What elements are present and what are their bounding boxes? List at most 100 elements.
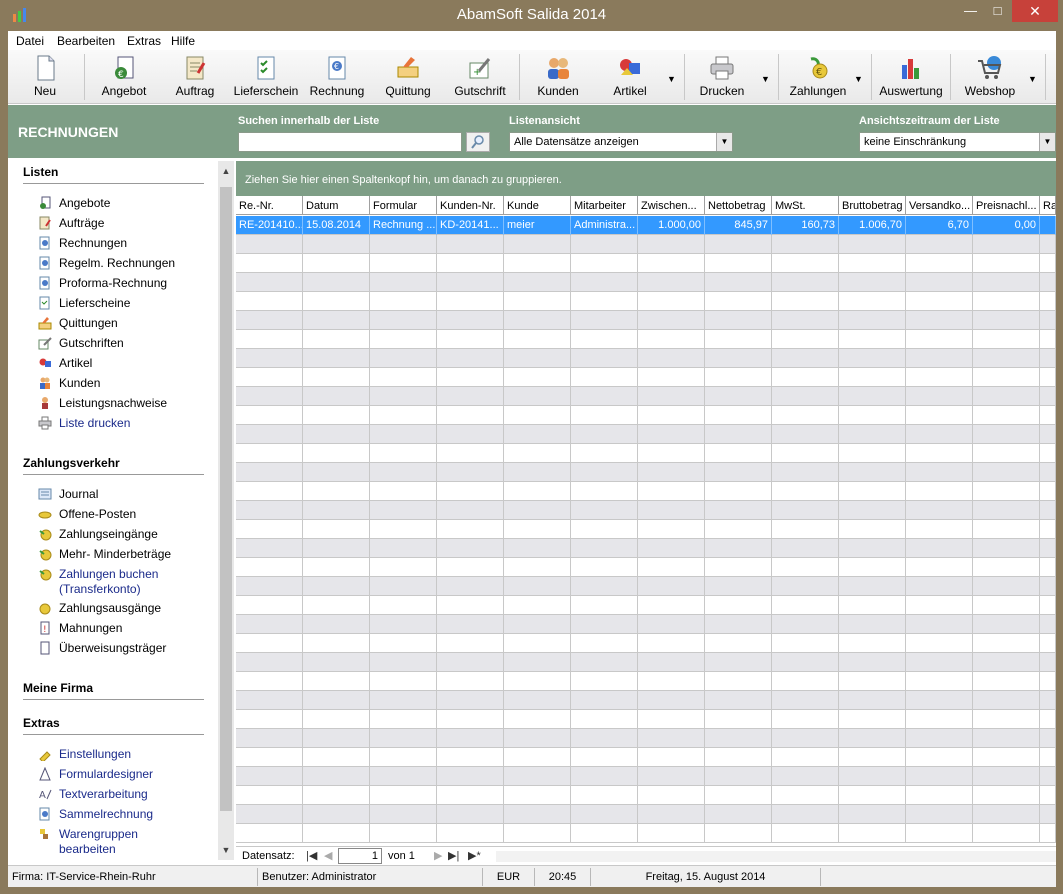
table-cell[interactable] (236, 311, 303, 330)
table-cell[interactable] (973, 596, 1040, 615)
table-cell[interactable] (839, 425, 906, 444)
table-cell[interactable] (906, 273, 973, 292)
table-cell[interactable] (303, 596, 370, 615)
table-cell[interactable] (973, 482, 1040, 501)
table-cell[interactable] (638, 501, 705, 520)
table-cell[interactable] (571, 292, 638, 311)
previous-record-icon[interactable]: ◀ (324, 849, 332, 862)
table-cell[interactable] (571, 482, 638, 501)
table-cell[interactable] (571, 311, 638, 330)
table-cell[interactable] (839, 273, 906, 292)
table-cell[interactable] (906, 786, 973, 805)
table-cell[interactable] (973, 748, 1040, 767)
print-dropdown-arrow[interactable]: ▼ (761, 74, 770, 84)
table-cell[interactable] (906, 425, 973, 444)
table-row[interactable] (236, 558, 1056, 577)
table-cell[interactable] (571, 653, 638, 672)
table-cell[interactable] (437, 577, 504, 596)
table-cell[interactable] (906, 577, 973, 596)
table-cell[interactable] (638, 786, 705, 805)
table-cell[interactable] (772, 729, 839, 748)
table-cell[interactable] (571, 634, 638, 653)
table-cell[interactable] (571, 273, 638, 292)
table-cell[interactable]: 1.000,00 (638, 216, 705, 235)
table-cell[interactable] (638, 824, 705, 843)
table-cell[interactable] (571, 615, 638, 634)
table-cell[interactable] (303, 558, 370, 577)
table-cell[interactable] (906, 463, 973, 482)
table-cell[interactable] (437, 368, 504, 387)
table-cell[interactable] (236, 558, 303, 577)
chevron-down-icon[interactable]: ▼ (218, 842, 234, 858)
table-cell[interactable] (906, 520, 973, 539)
table-cell[interactable] (437, 767, 504, 786)
table-cell[interactable] (370, 406, 437, 425)
table-cell[interactable] (370, 349, 437, 368)
table-cell[interactable] (370, 273, 437, 292)
menu-datei[interactable]: Datei (16, 34, 44, 48)
table-cell[interactable] (504, 330, 571, 349)
invoice-button[interactable]: € Rechnung (308, 52, 366, 102)
table-cell[interactable] (705, 311, 772, 330)
table-cell[interactable] (236, 824, 303, 843)
table-row[interactable] (236, 615, 1056, 634)
table-row[interactable] (236, 368, 1056, 387)
table-cell[interactable] (236, 254, 303, 273)
table-cell[interactable] (303, 273, 370, 292)
table-cell[interactable] (906, 824, 973, 843)
table-cell[interactable] (839, 463, 906, 482)
table-cell[interactable] (705, 330, 772, 349)
table-cell[interactable] (906, 710, 973, 729)
table-cell[interactable] (973, 330, 1040, 349)
table-cell[interactable] (303, 615, 370, 634)
table-cell[interactable] (303, 672, 370, 691)
table-cell[interactable] (705, 558, 772, 577)
table-cell[interactable] (705, 482, 772, 501)
table-cell[interactable] (370, 425, 437, 444)
table-cell[interactable] (370, 501, 437, 520)
column-header[interactable]: Kunde (504, 196, 571, 215)
table-cell[interactable] (303, 463, 370, 482)
table-cell[interactable] (973, 311, 1040, 330)
table-cell[interactable] (1040, 349, 1056, 368)
table-row[interactable] (236, 406, 1056, 425)
table-cell[interactable] (303, 805, 370, 824)
table-row[interactable]: RE-201410... 15.08.2014 Rechnung ... KD-201… (236, 216, 1056, 235)
table-cell[interactable] (303, 311, 370, 330)
table-cell[interactable] (638, 653, 705, 672)
table-cell[interactable] (973, 349, 1040, 368)
table-cell[interactable] (1040, 311, 1056, 330)
table-cell[interactable]: meier (504, 216, 571, 235)
table-cell[interactable] (437, 710, 504, 729)
table-cell[interactable] (638, 634, 705, 653)
table-cell[interactable] (437, 292, 504, 311)
table-cell[interactable] (370, 254, 437, 273)
table-cell[interactable] (973, 577, 1040, 596)
table-cell[interactable] (571, 235, 638, 254)
table-cell[interactable] (1040, 387, 1056, 406)
table-cell[interactable] (772, 444, 839, 463)
table-cell[interactable] (839, 368, 906, 387)
column-header[interactable]: Mitarbeiter (571, 196, 638, 215)
table-cell[interactable] (370, 748, 437, 767)
column-header[interactable]: Nettobetrag (705, 196, 772, 215)
table-cell[interactable] (705, 349, 772, 368)
table-cell[interactable] (705, 710, 772, 729)
table-cell[interactable] (303, 691, 370, 710)
table-cell[interactable] (504, 254, 571, 273)
table-cell[interactable] (236, 653, 303, 672)
table-cell[interactable] (906, 482, 973, 501)
table-cell[interactable] (504, 558, 571, 577)
table-cell[interactable] (437, 615, 504, 634)
table-cell[interactable] (839, 254, 906, 273)
scrollbar-thumb[interactable] (220, 187, 232, 811)
table-cell[interactable] (1040, 463, 1056, 482)
table-cell[interactable] (370, 634, 437, 653)
table-cell[interactable] (973, 425, 1040, 444)
table-cell[interactable] (236, 387, 303, 406)
table-cell[interactable] (370, 710, 437, 729)
table-cell[interactable]: RE-201410... (236, 216, 303, 235)
column-header[interactable]: Preisnachl... (973, 196, 1040, 215)
table-cell[interactable] (236, 463, 303, 482)
table-cell[interactable] (1040, 672, 1056, 691)
